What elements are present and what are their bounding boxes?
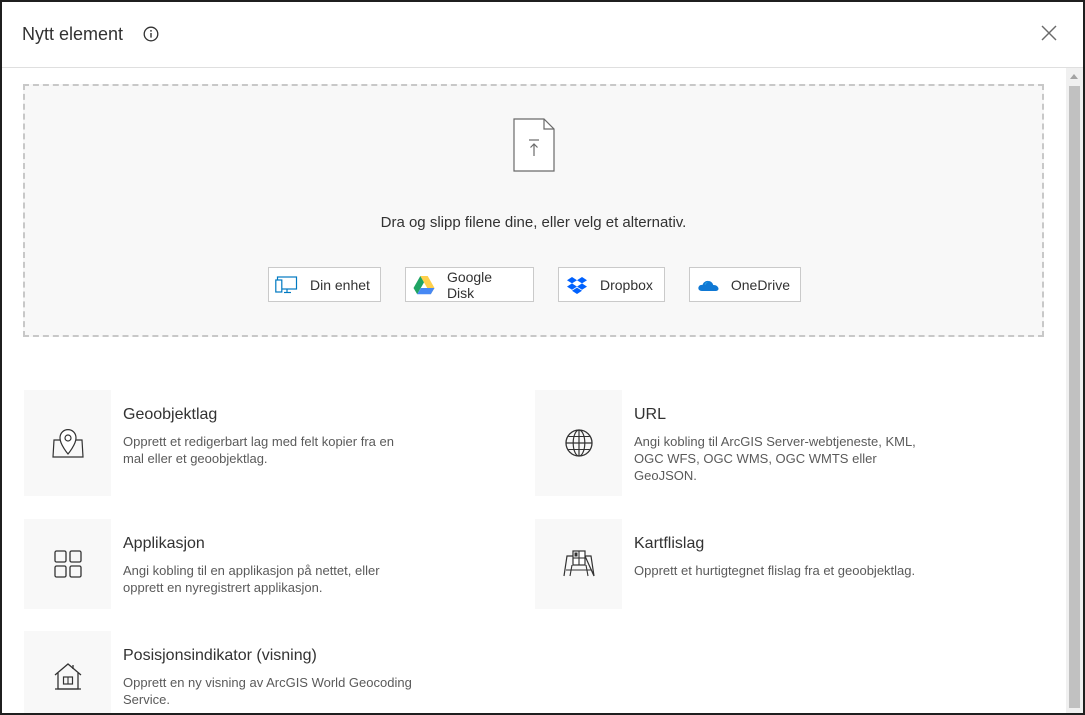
option-title: Kartflislag bbox=[634, 535, 705, 552]
option-tile-layer[interactable]: Kartflislag Opprett et hurtigtegnet flis… bbox=[535, 519, 1035, 629]
option-url[interactable]: URL Angi kobling til ArcGIS Server-webtj… bbox=[535, 390, 1035, 500]
source-button-device[interactable]: Din enhet bbox=[268, 267, 381, 302]
option-title: Posisjonsindikator (visning) bbox=[123, 647, 317, 664]
map-pin-icon bbox=[51, 428, 84, 458]
option-description: Angi kobling til en applikasjon på nette… bbox=[123, 563, 380, 595]
source-button-onedrive[interactable]: OneDrive bbox=[689, 267, 801, 302]
file-dropzone[interactable]: Dra og slipp filene dine, eller velg et … bbox=[23, 84, 1044, 337]
option-icon-box bbox=[24, 390, 111, 496]
option-title: Applikasjon bbox=[123, 535, 205, 552]
dropbox-icon bbox=[565, 273, 589, 297]
tile-layer-icon bbox=[562, 550, 595, 577]
option-icon-box bbox=[24, 631, 111, 713]
scroll-up-arrow-icon[interactable] bbox=[1070, 74, 1078, 79]
option-title: URL bbox=[634, 406, 667, 423]
option-locator[interactable]: Posisjonsindikator (visning) Opprett en … bbox=[24, 631, 524, 713]
option-description: Opprett et redigerbart lag med felt kopi… bbox=[123, 434, 394, 466]
option-icon-box bbox=[535, 390, 622, 496]
new-item-dialog: Nytt element Dra og slipp filene dine, e… bbox=[2, 2, 1083, 713]
source-button-dropbox[interactable]: Dropbox bbox=[558, 267, 665, 302]
source-label-dropbox: Dropbox bbox=[600, 276, 653, 293]
option-icon-box bbox=[535, 519, 622, 609]
file-upload-icon bbox=[513, 118, 555, 172]
house-icon bbox=[54, 663, 81, 690]
option-icon-box bbox=[24, 519, 111, 609]
dialog-header: Nytt element bbox=[2, 2, 1083, 68]
source-label-onedrive: OneDrive bbox=[730, 276, 790, 293]
device-icon bbox=[275, 273, 299, 297]
option-application[interactable]: Applikasjon Angi kobling til en applikas… bbox=[24, 519, 524, 629]
dialog-title: Nytt element bbox=[22, 24, 124, 44]
scrollbar-thumb[interactable] bbox=[1069, 86, 1080, 708]
vertical-scrollbar[interactable] bbox=[1066, 68, 1083, 713]
source-button-google-drive[interactable]: Google Disk bbox=[405, 267, 534, 302]
dropzone-instruction: Dra og slipp filene dine, eller velg et … bbox=[380, 214, 687, 231]
source-label-google-drive: Google Disk bbox=[446, 268, 493, 301]
close-icon[interactable] bbox=[1038, 22, 1060, 44]
option-feature-layer[interactable]: Geoobjektlag Opprett et redigerbart lag … bbox=[24, 390, 524, 500]
google-drive-icon bbox=[412, 273, 436, 297]
grid-icon bbox=[53, 550, 82, 578]
option-description: Angi kobling til ArcGIS Server-webtjenes… bbox=[634, 434, 916, 483]
option-title: Geoobjektlag bbox=[123, 406, 218, 423]
globe-icon bbox=[564, 429, 593, 457]
info-icon[interactable] bbox=[143, 26, 159, 42]
option-description: Opprett en ny visning av ArcGIS World Ge… bbox=[123, 675, 412, 707]
onedrive-icon bbox=[696, 273, 720, 297]
source-label-device: Din enhet bbox=[310, 276, 370, 293]
option-description: Opprett et hurtigtegnet flislag fra et g… bbox=[634, 563, 916, 578]
